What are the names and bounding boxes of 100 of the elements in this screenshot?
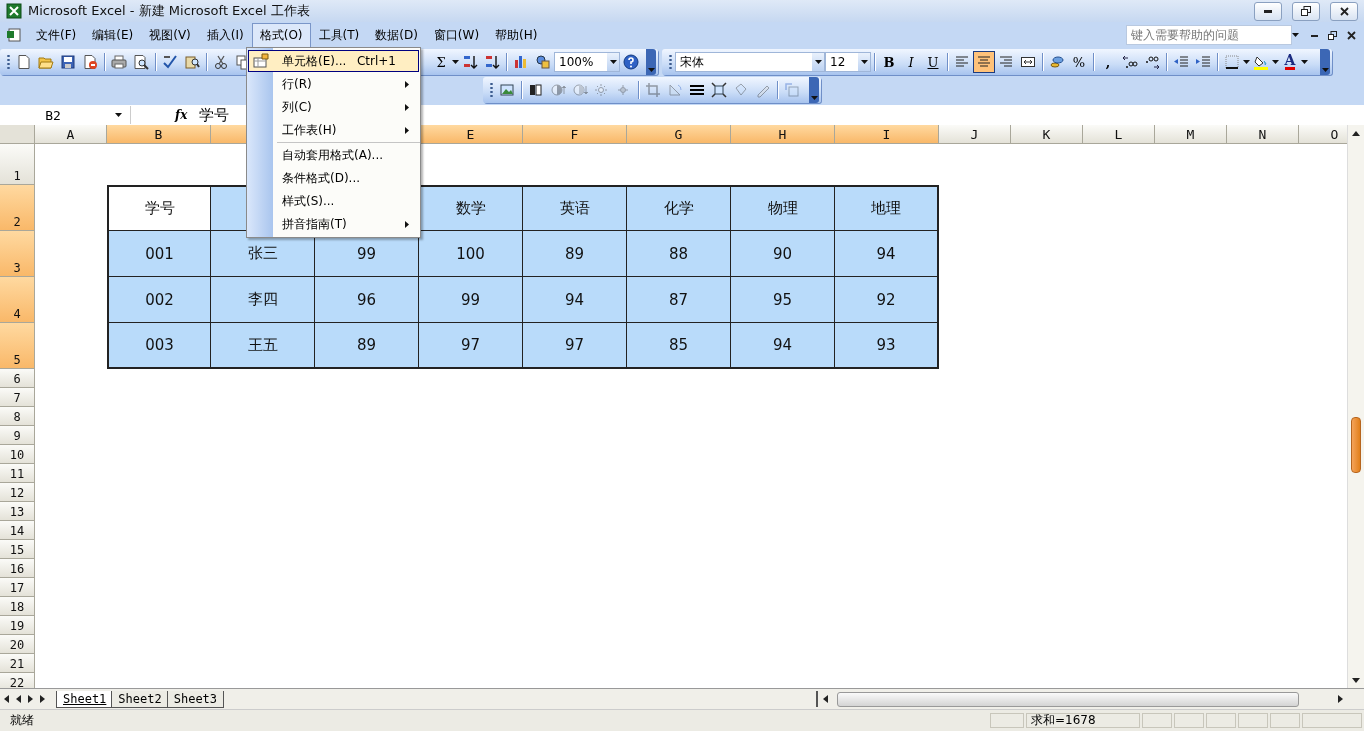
row-header[interactable]: 1 [0, 144, 35, 185]
menu-item[interactable]: 插入(I) [198, 22, 252, 48]
sheet-tab[interactable]: Sheet2 [111, 690, 169, 708]
row-header[interactable]: 10 [0, 445, 35, 464]
up-arrow-icon[interactable] [1352, 130, 1360, 136]
table-cell: 94 [835, 231, 939, 277]
dropdown-caret-icon[interactable] [1272, 60, 1279, 64]
status-panel [1142, 713, 1172, 728]
menu-item[interactable]: 自动套用格式(A)... [248, 144, 419, 166]
help-button[interactable] [620, 51, 642, 73]
row-header[interactable]: 12 [0, 483, 35, 502]
autosum-button[interactable]: Σ [430, 51, 452, 73]
menu-item[interactable]: 数据(D) [367, 22, 426, 48]
row-header[interactable]: 3 [0, 231, 35, 277]
row-header[interactable]: 19 [0, 616, 35, 635]
column-header[interactable]: H [731, 125, 835, 144]
decimal-arrow-icon [1122, 54, 1138, 70]
menu-item[interactable]: 行(R) [248, 73, 419, 95]
submenu-arrow-icon [405, 220, 409, 228]
percent-button[interactable]: % [1068, 51, 1090, 73]
column-header[interactable]: B [107, 125, 211, 144]
submenu-arrow-icon [405, 103, 409, 111]
row-header[interactable]: 18 [0, 597, 35, 616]
row-header[interactable]: 13 [0, 502, 35, 521]
row-header[interactable]: 21 [0, 654, 35, 673]
underline-button[interactable]: U [922, 51, 944, 73]
menu-item[interactable]: 工具(T) [310, 22, 368, 48]
page-with-stop-icon [82, 54, 98, 70]
menu-item[interactable]: 窗口(W) [425, 22, 488, 48]
landscape-icon [499, 82, 515, 98]
spreadsheet-grip-icon [6, 27, 22, 43]
bold-button[interactable]: B [878, 51, 900, 73]
menu-item[interactable]: 格式(O) [251, 22, 311, 48]
menu-item[interactable]: 文件(F) [28, 22, 85, 48]
align-center-button[interactable] [973, 51, 995, 73]
minimize-icon[interactable] [1311, 33, 1318, 37]
sort-arrow-icon [484, 54, 500, 70]
sheet-tab[interactable]: Sheet3 [166, 690, 225, 708]
vertical-scrollbar[interactable] [1347, 125, 1364, 688]
row-header[interactable]: 20 [0, 635, 35, 654]
row-header[interactable]: 22 [0, 673, 35, 688]
column-header[interactable]: J [939, 125, 1011, 144]
insert-function-button[interactable]: fx [175, 108, 188, 122]
column-header[interactable]: K [1011, 125, 1083, 144]
font-size-field[interactable]: 12 [825, 52, 871, 72]
merge-cells-icon [1020, 54, 1036, 70]
menu-item[interactable]: 视图(V) [141, 22, 199, 48]
menu-item[interactable]: 编辑(E) [84, 22, 142, 48]
menu-item[interactable]: 帮助(H) [487, 22, 546, 48]
restore-icon[interactable] [1328, 30, 1337, 40]
column-header[interactable]: I [835, 125, 939, 144]
italic-button[interactable]: I [900, 51, 922, 73]
column-header[interactable]: F [523, 125, 627, 144]
help-search-field[interactable]: 键入需要帮助的问题 [1126, 25, 1292, 45]
menu-item[interactable]: 样式(S)... [248, 190, 419, 212]
dropdown-caret-icon[interactable] [1301, 60, 1308, 64]
sheet-tab[interactable]: Sheet1 [56, 690, 114, 708]
row-header[interactable]: 5 [0, 323, 35, 369]
menu-item[interactable]: 单元格(E)... Ctrl+1 [248, 50, 419, 72]
menu-item[interactable]: 条件格式(D)... [248, 167, 419, 189]
align-right-icon [998, 54, 1014, 70]
column-header[interactable]: M [1155, 125, 1227, 144]
font-name-field[interactable]: 宋体 [675, 52, 825, 72]
row-header[interactable]: 4 [0, 277, 35, 323]
down-arrow-icon[interactable] [1352, 677, 1360, 683]
name-box[interactable]: B2 [0, 106, 131, 124]
rotate-icon [667, 82, 683, 98]
column-header[interactable]: L [1083, 125, 1155, 144]
row-header[interactable]: 7 [0, 388, 35, 407]
column-header[interactable]: N [1227, 125, 1299, 144]
zoom-field[interactable]: 100% [554, 52, 620, 72]
row-header[interactable]: 16 [0, 559, 35, 578]
font-color-button[interactable]: A [1279, 51, 1301, 73]
column-header[interactable]: A [35, 125, 107, 144]
row-header[interactable]: 9 [0, 426, 35, 445]
row-header[interactable]: 2 [0, 185, 35, 231]
menu-item[interactable]: 工作表(H) [248, 119, 419, 141]
scroll-thumb[interactable] [1351, 417, 1361, 473]
caret-icon [114, 113, 122, 117]
row-header[interactable]: 14 [0, 521, 35, 540]
column-header[interactable]: G [627, 125, 731, 144]
minimize-button[interactable] [1254, 1, 1282, 21]
help-dropdown-caret-icon [1292, 33, 1299, 37]
restore-button[interactable] [1292, 1, 1320, 21]
dropdown-caret-icon[interactable] [452, 60, 459, 64]
close-icon[interactable] [1347, 30, 1356, 40]
comma-button[interactable]: , [1097, 51, 1119, 73]
column-header[interactable]: E [419, 125, 523, 144]
formula-field[interactable]: 学号 [195, 105, 230, 125]
dropdown-caret-icon[interactable] [1243, 60, 1250, 64]
table-cell: 化学 [627, 185, 731, 231]
bar-chart-icon [513, 54, 529, 70]
row-header[interactable]: 8 [0, 407, 35, 426]
menu-item[interactable]: 列(C) [248, 96, 419, 118]
row-header[interactable]: 11 [0, 464, 35, 483]
close-button[interactable] [1330, 1, 1358, 21]
row-header[interactable]: 15 [0, 540, 35, 559]
column-header[interactable]: O [1299, 125, 1347, 144]
row-header[interactable]: 6 [0, 369, 35, 388]
row-header[interactable]: 17 [0, 578, 35, 597]
